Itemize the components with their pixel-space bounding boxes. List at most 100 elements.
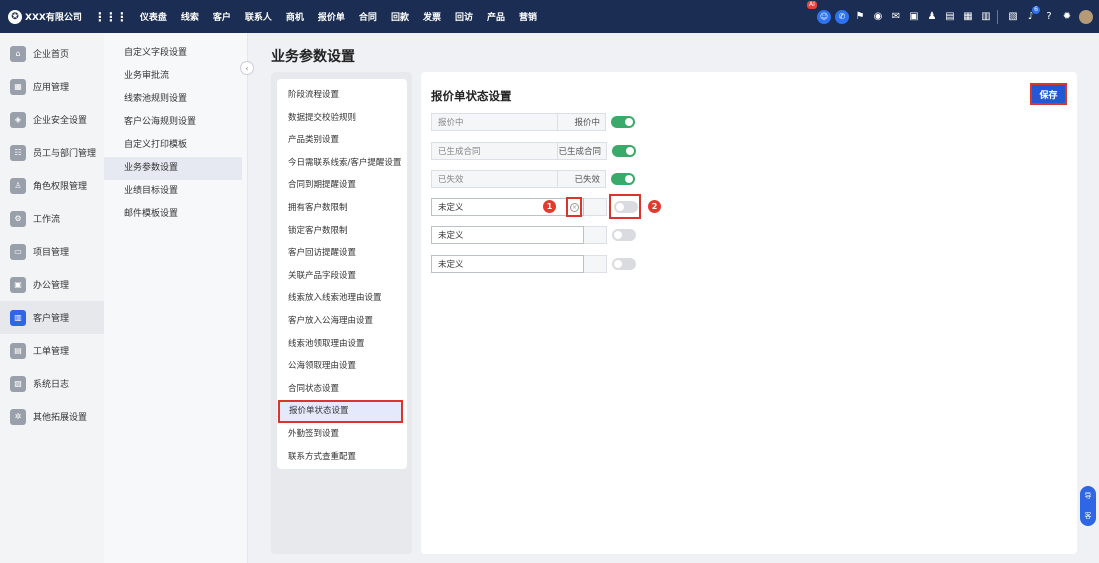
param-item-customer-limit[interactable]: 拥有客户数限制 — [277, 197, 407, 220]
status-toggle[interactable] — [612, 229, 636, 241]
help-icon[interactable]: ? — [1042, 10, 1056, 24]
sidebar-item-roles[interactable]: ♙ 角色权限管理 — [0, 169, 104, 202]
main-nav: 仪表盘 线索 客户 联系人 商机 报价单 合同 回款 发票 回访 产品 营销 — [133, 10, 544, 23]
sidebar-item-workflow[interactable]: ⚙ 工作流 — [0, 202, 104, 235]
sidebar-item-staff[interactable]: ☷ 员工与部门管理 — [0, 136, 104, 169]
nav-dashboard[interactable]: 仪表盘 — [133, 10, 174, 23]
shield-icon: ◈ — [10, 111, 26, 128]
nav-products[interactable]: 产品 — [480, 10, 512, 23]
status-toggle[interactable] — [612, 145, 636, 157]
sidebar-item-label: 角色权限管理 — [33, 182, 88, 192]
company-name: XXX有限公司 — [25, 13, 82, 23]
users-icon: ☷ — [10, 144, 26, 161]
submenu-item-lead-pool-rules[interactable]: 线索池规则设置 — [104, 88, 247, 111]
page-title: 业务参数设置 — [271, 49, 355, 65]
status-toggle[interactable] — [611, 173, 635, 185]
sidebar-item-logs[interactable]: ▧ 系统日志 — [0, 367, 104, 400]
param-item-field-checkin[interactable]: 外勤签到设置 — [277, 423, 407, 446]
document-icon[interactable]: ▤ — [943, 10, 957, 24]
clear-circle-icon[interactable]: × — [570, 203, 579, 212]
status-row: 已失效 已失效 — [431, 170, 635, 188]
app-grid-icon[interactable]: ⋮⋮⋮ — [94, 10, 128, 24]
param-item-product-fields[interactable]: 关联产品字段设置 — [277, 265, 407, 288]
company-brand[interactable]: ✪ XXX有限公司 — [8, 9, 82, 24]
status-value-input[interactable]: 未定义 — [431, 226, 584, 244]
submenu-item-email-templates[interactable]: 邮件模板设置 — [104, 203, 247, 226]
sidebar-item-apps[interactable]: ▦ 应用管理 — [0, 70, 104, 103]
collapse-menu-button[interactable]: ‹ — [240, 61, 254, 75]
param-item-contract-status[interactable]: 合同状态设置 — [277, 378, 407, 401]
status-toggle[interactable] — [611, 116, 635, 128]
param-item-validation-rules[interactable]: 数据提交校验规则 — [277, 107, 407, 130]
sidebar-item-home[interactable]: ⌂ 企业首页 — [0, 37, 104, 70]
nav-leads[interactable]: 线索 — [174, 10, 206, 23]
float-item[interactable]: 导 — [1085, 491, 1092, 501]
nav-opportunities[interactable]: 商机 — [279, 10, 311, 23]
sidebar-item-tickets[interactable]: ▤ 工单管理 — [0, 334, 104, 367]
submenu-item-custom-fields[interactable]: 自定义字段设置 — [104, 42, 247, 65]
avatar[interactable] — [1079, 9, 1093, 24]
nav-payments[interactable]: 回款 — [384, 10, 416, 23]
param-item-lock-limit[interactable]: 锁定客户数限制 — [277, 220, 407, 243]
sidebar-item-office[interactable]: ▣ 办公管理 — [0, 268, 104, 301]
status-toggle[interactable] — [612, 258, 636, 270]
sidebar-item-security[interactable]: ◈ 企业安全设置 — [0, 103, 104, 136]
nav-invoices[interactable]: 发票 — [416, 10, 448, 23]
robot-icon[interactable]: ☺ — [817, 9, 831, 24]
sidebar: ⌂ 企业首页 ▦ 应用管理 ◈ 企业安全设置 ☷ 员工与部门管理 ♙ 角色权限管理 ⚙ 工作… — [0, 33, 104, 563]
status-label-field — [584, 255, 607, 273]
status-value-field[interactable]: 报价中 — [431, 113, 558, 131]
param-item-stage-flow[interactable]: 阶段流程设置 — [277, 84, 407, 107]
nav-quotes[interactable]: 报价单 — [311, 10, 352, 23]
calendar-grid-icon[interactable]: ▥ — [979, 10, 993, 24]
status-value-field[interactable]: 已失效 — [431, 170, 558, 188]
status-value-input[interactable]: 未定义 — [431, 255, 584, 273]
calendar-check-icon[interactable]: ▣ — [907, 10, 921, 24]
param-item-contract-expiry[interactable]: 合同到期提醒设置 — [277, 174, 407, 197]
bell-icon[interactable]: ♪ 6 — [1024, 4, 1041, 24]
float-item[interactable]: 客 — [1085, 511, 1092, 521]
floating-helper-bar[interactable]: 导 客 — [1080, 486, 1096, 526]
param-item-contact-dedup[interactable]: 联系方式查重配置 — [277, 446, 407, 469]
submenu-item-approval-flow[interactable]: 业务审批流 — [104, 65, 247, 88]
submenu-item-public-pool-rules[interactable]: 客户公海规则设置 — [104, 111, 247, 134]
save-button[interactable]: 保存 — [1030, 83, 1067, 105]
globe-icon[interactable]: ◉ — [871, 10, 885, 24]
nav-marketing[interactable]: 营销 — [512, 10, 544, 23]
nav-visits[interactable]: 回访 — [448, 10, 480, 23]
status-value-input[interactable]: 未定义 — [431, 198, 584, 216]
apps-icon: ▦ — [10, 78, 26, 95]
param-item-lead-pool-reason[interactable]: 线索放入线索池理由设置 — [277, 287, 407, 310]
param-item-quote-status[interactable]: 报价单状态设置 — [278, 400, 403, 423]
submenu-item-print-template[interactable]: 自定义打印模板 — [104, 134, 247, 157]
param-item-contact-reminder[interactable]: 今日需联系线索/客户提醒设置 — [277, 152, 407, 175]
flag-icon[interactable]: ⚑ — [853, 10, 867, 24]
calendar-icon[interactable]: ▦ — [961, 10, 975, 24]
param-item-lead-claim-reason[interactable]: 线索池领取理由设置 — [277, 333, 407, 356]
sidebar-item-extensions[interactable]: ✲ 其他拓展设置 — [0, 400, 104, 433]
submenu-item-performance-goals[interactable]: 业绩目标设置 — [104, 180, 247, 203]
param-item-public-pool-reason[interactable]: 客户放入公海理由设置 — [277, 310, 407, 333]
report-icon[interactable]: ▧ — [1006, 10, 1020, 24]
sidebar-item-customers[interactable]: ▥ 客户管理 — [0, 301, 104, 334]
submenu-item-business-params[interactable]: 业务参数设置 — [104, 157, 242, 180]
annotation-highlight-toggle — [609, 194, 641, 219]
gear-icon[interactable]: ✹ — [1060, 10, 1074, 24]
nav-contacts[interactable]: 联系人 — [238, 10, 279, 23]
top-navigation-bar: ✪ XXX有限公司 ⋮⋮⋮ 仪表盘 线索 客户 联系人 商机 报价单 合同 回款… — [0, 0, 1099, 33]
mail-icon[interactable]: ✉ — [889, 10, 903, 24]
status-value-field[interactable]: 已生成合同 — [431, 142, 558, 160]
office-icon: ▣ — [10, 276, 26, 293]
contact-icon[interactable]: ♟ — [925, 10, 939, 24]
sidebar-item-label: 客户管理 — [33, 314, 70, 324]
nav-contracts[interactable]: 合同 — [352, 10, 384, 23]
quote-status-settings: 报价单状态设置 保存 报价中 报价中 已生成合同 已生成合同 已失效 已失效 未… — [421, 72, 1077, 554]
param-item-public-claim-reason[interactable]: 公海领取理由设置 — [277, 355, 407, 378]
toolbar-icons: ☺ ✆ ⚑ ◉ ✉ ▣ ♟ ▤ ▦ ▥ ▧ ♪ 6 ? ✹ — [813, 0, 1093, 33]
sidebar-item-projects[interactable]: ▭ 项目管理 — [0, 235, 104, 268]
secondary-menu: 自定义字段设置 业务审批流 线索池规则设置 客户公海规则设置 自定义打印模板 业… — [104, 33, 248, 563]
nav-customers[interactable]: 客户 — [206, 10, 238, 23]
param-item-visit-reminder[interactable]: 客户回访提醒设置 — [277, 242, 407, 265]
chat-icon[interactable]: ✆ — [835, 9, 849, 24]
param-item-product-category[interactable]: 产品类别设置 — [277, 129, 407, 152]
